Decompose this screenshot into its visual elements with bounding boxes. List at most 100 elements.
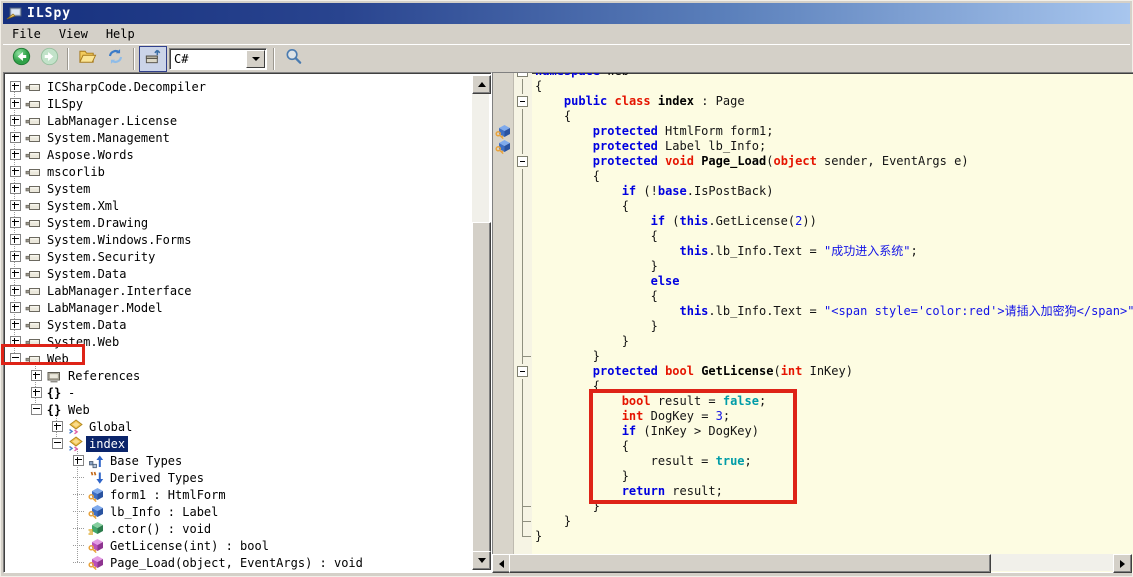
tree-item-label: Web bbox=[68, 402, 90, 417]
scrollbar-down-button[interactable] bbox=[472, 551, 491, 570]
forward-icon bbox=[40, 47, 59, 70]
expand-plus-icon[interactable] bbox=[10, 149, 21, 160]
tree-item-system-web[interactable]: System.Web bbox=[6, 333, 472, 350]
scrollbar-thumb[interactable] bbox=[509, 554, 991, 573]
tree-vertical-scrollbar[interactable] bbox=[472, 75, 491, 570]
tree-item-mscorlib[interactable]: mscorlib bbox=[6, 163, 472, 180]
expand-plus-icon[interactable] bbox=[10, 81, 21, 92]
tree-item-web[interactable]: Web bbox=[6, 350, 472, 367]
tree-item-ilspy[interactable]: ILSpy bbox=[6, 95, 472, 112]
expand-plus-icon[interactable] bbox=[73, 455, 84, 466]
scrollbar-right-button[interactable] bbox=[1113, 554, 1132, 573]
menu-view[interactable]: View bbox=[50, 25, 97, 43]
code-horizontal-scrollbar[interactable] bbox=[492, 554, 1132, 573]
language-select[interactable]: C# bbox=[169, 47, 267, 70]
collapse-minus-icon[interactable] bbox=[52, 438, 63, 449]
tree-item-labmanager-interface[interactable]: LabManager.Interface bbox=[6, 282, 472, 299]
tree-item-references[interactable]: References bbox=[6, 367, 472, 384]
expand-plus-icon[interactable] bbox=[31, 370, 42, 381]
open-file-button[interactable] bbox=[73, 46, 101, 72]
gutter-cell bbox=[493, 484, 513, 499]
expand-plus-icon[interactable] bbox=[10, 183, 21, 194]
expand-plus-icon[interactable] bbox=[10, 200, 21, 211]
expand-plus-icon[interactable] bbox=[10, 251, 21, 262]
assembly-icon bbox=[25, 266, 41, 282]
gutter-cell bbox=[493, 379, 513, 394]
fold-margin-cell bbox=[514, 169, 532, 184]
gutter-cell bbox=[493, 109, 513, 124]
forward-button[interactable] bbox=[35, 46, 63, 72]
scrollbar-up-button[interactable] bbox=[472, 75, 491, 94]
tree-item-base-types[interactable]: Base Types bbox=[6, 452, 472, 469]
collapse-minus-icon[interactable] bbox=[10, 353, 21, 364]
tree-item-label: Page_Load(object, EventArgs) : void bbox=[110, 555, 363, 570]
expand-plus-icon[interactable] bbox=[10, 319, 21, 330]
tree-item-system-data[interactable]: System.Data bbox=[6, 265, 472, 282]
expand-plus-icon[interactable] bbox=[10, 115, 21, 126]
assembly-tree: ICSharpCode.Decompiler ILSpy LabManager.Li… bbox=[6, 75, 472, 570]
tree-item-lb-info-label[interactable]: lb_Info : Label bbox=[6, 503, 472, 520]
back-button[interactable] bbox=[7, 46, 35, 72]
fold-collapse-icon[interactable] bbox=[514, 94, 532, 109]
tree-item-system-xml[interactable]: System.Xml bbox=[6, 197, 472, 214]
gutter-cell bbox=[493, 184, 513, 199]
gutter-cell bbox=[493, 229, 513, 244]
assembly-icon bbox=[25, 249, 41, 265]
gutter-cell bbox=[493, 169, 513, 184]
expand-plus-icon[interactable] bbox=[10, 217, 21, 228]
tree-item-ctor-void[interactable]: .ctor() : void bbox=[6, 520, 472, 537]
tree-item-labmanager-model[interactable]: LabManager.Model bbox=[6, 299, 472, 316]
tree-item-labmanager-license[interactable]: LabManager.License bbox=[6, 112, 472, 129]
expand-plus-icon[interactable] bbox=[31, 387, 42, 398]
search-button[interactable] bbox=[279, 46, 307, 72]
tree-item-icsharpcode-decompiler[interactable]: ICSharpCode.Decompiler bbox=[6, 78, 472, 95]
tree-item-page-load-object-eventargs-void[interactable]: Page_Load(object, EventArgs) : void bbox=[6, 554, 472, 570]
tree-item-label: System.Windows.Forms bbox=[47, 232, 192, 247]
assembly-import-button[interactable] bbox=[139, 45, 167, 72]
fold-margin-cell bbox=[514, 469, 532, 484]
code-line: } bbox=[535, 469, 629, 483]
tree-item-system-management[interactable]: System.Management bbox=[6, 129, 472, 146]
expand-plus-icon[interactable] bbox=[10, 268, 21, 279]
code-line: bool result = false; bbox=[621, 394, 767, 408]
collapse-minus-icon[interactable] bbox=[31, 404, 42, 415]
expand-plus-icon[interactable] bbox=[10, 98, 21, 109]
fold-margin-cell bbox=[514, 184, 532, 199]
tree-item-system-drawing[interactable]: System.Drawing bbox=[6, 214, 472, 231]
tree-item-web[interactable]: {} Web bbox=[6, 401, 472, 418]
expand-plus-icon[interactable] bbox=[10, 234, 21, 245]
expand-plus-icon[interactable] bbox=[10, 336, 21, 347]
tree-item-system[interactable]: System bbox=[6, 180, 472, 197]
expand-plus-icon[interactable] bbox=[10, 166, 21, 177]
tree-item-system-windows-forms[interactable]: System.Windows.Forms bbox=[6, 231, 472, 248]
tree-item-form1-htmlform[interactable]: form1 : HtmlForm bbox=[6, 486, 472, 503]
tree-item-label: System.Data bbox=[47, 317, 127, 332]
menu-help[interactable]: Help bbox=[97, 25, 144, 43]
tree-item-getlicense-int-bool[interactable]: GetLicense(int) : bool bbox=[6, 537, 472, 554]
menu-file[interactable]: File bbox=[3, 25, 50, 43]
expand-plus-icon[interactable] bbox=[10, 302, 21, 313]
scrollbar-thumb[interactable] bbox=[472, 222, 491, 553]
tree-item-global[interactable]: Global bbox=[6, 418, 472, 435]
tree-item-index[interactable]: index bbox=[6, 435, 472, 452]
tree-item-[interactable]: {} - bbox=[6, 384, 472, 401]
tree-item-system-security[interactable]: System.Security bbox=[6, 248, 472, 265]
arrow-down-icon bbox=[477, 558, 486, 567]
assembly-icon bbox=[25, 113, 41, 129]
fold-collapse-icon[interactable] bbox=[514, 154, 532, 169]
expand-plus-icon[interactable] bbox=[52, 421, 63, 432]
language-select-dropdown-button[interactable] bbox=[246, 49, 265, 68]
gutter-cell bbox=[493, 364, 513, 379]
code-line: } bbox=[535, 514, 572, 528]
assembly-icon bbox=[25, 96, 41, 112]
code-line: } bbox=[535, 499, 601, 513]
refresh-button[interactable] bbox=[101, 46, 129, 72]
tree-item-aspose-words[interactable]: Aspose.Words bbox=[6, 146, 472, 163]
expand-plus-icon[interactable] bbox=[10, 285, 21, 296]
tree-item-system-data[interactable]: System.Data bbox=[6, 316, 472, 333]
derived-types-icon bbox=[88, 470, 104, 486]
fold-collapse-icon[interactable] bbox=[514, 364, 532, 379]
tree-item-derived-types[interactable]: Derived Types bbox=[6, 469, 472, 486]
code-line: else bbox=[650, 274, 680, 288]
expand-plus-icon[interactable] bbox=[10, 132, 21, 143]
